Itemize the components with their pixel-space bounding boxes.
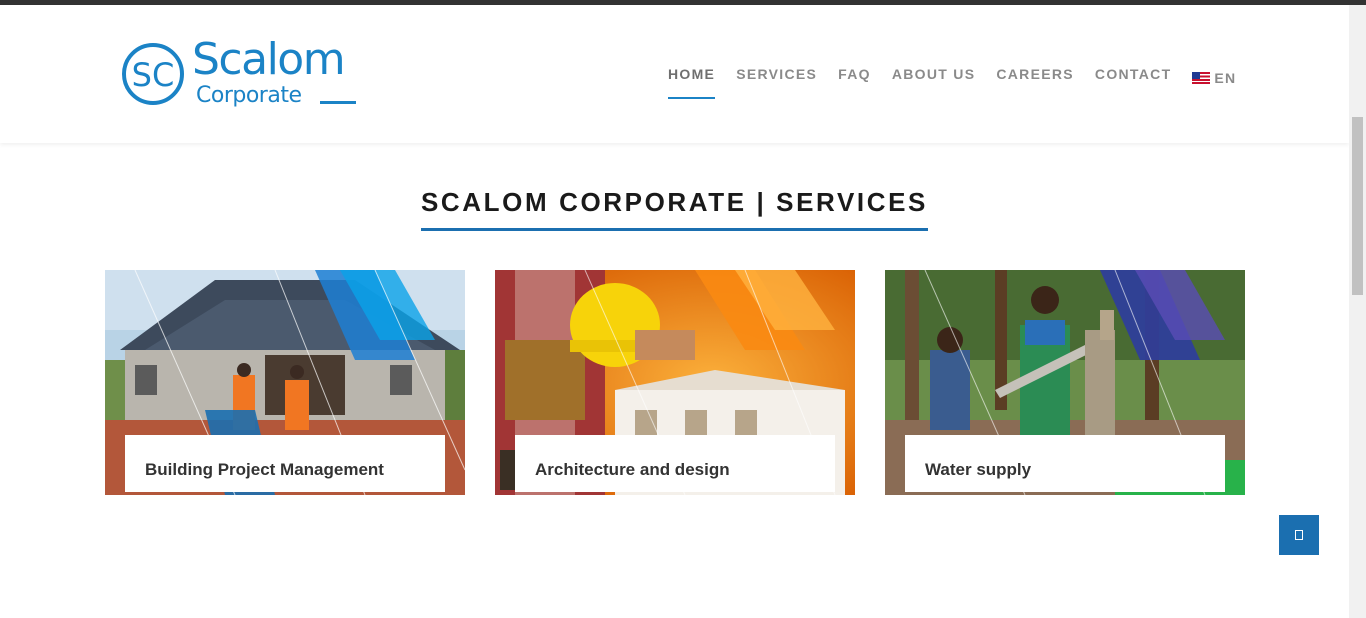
service-card-architecture-and-design[interactable]: Architecture and design	[495, 270, 855, 495]
nav-faq[interactable]: FAQ	[838, 65, 871, 91]
scrollbar[interactable]	[1349, 5, 1366, 618]
section-heading: SCALOM CORPORATE | SERVICES	[0, 186, 1349, 231]
nav-careers[interactable]: CAREERS	[996, 65, 1074, 91]
main-nav: HOME SERVICES FAQ ABOUT US CAREERS CONTA…	[668, 65, 1257, 99]
arrow-up-icon	[1295, 530, 1303, 540]
site-logo[interactable]: SC Scalom Corporate	[120, 35, 365, 115]
service-card-label: Building Project Management	[125, 435, 445, 492]
svg-text:SC: SC	[132, 56, 175, 94]
nav-about-us[interactable]: ABOUT US	[892, 65, 976, 91]
service-card-water-supply[interactable]: Water supply	[885, 270, 1245, 495]
page-title: SCALOM CORPORATE | SERVICES	[420, 186, 928, 231]
logo-name: Scalom	[192, 34, 346, 85]
language-selector[interactable]: EN	[1192, 65, 1236, 91]
site-header: SC Scalom Corporate HOME SERVICES FAQ AB…	[0, 5, 1349, 143]
nav-services[interactable]: SERVICES	[736, 65, 817, 91]
service-card-label: Architecture and design	[515, 435, 835, 492]
nav-contact[interactable]: CONTACT	[1095, 65, 1172, 91]
service-card-building-project-management[interactable]: Building Project Management	[105, 270, 465, 495]
service-card-label: Water supply	[905, 435, 1225, 492]
scrollbar-thumb[interactable]	[1352, 117, 1363, 295]
logo-mark-icon: SC	[122, 43, 184, 105]
us-flag-icon	[1192, 72, 1211, 84]
nav-home[interactable]: HOME	[668, 65, 716, 99]
language-label: EN	[1214, 70, 1237, 86]
back-to-top-button[interactable]	[1279, 515, 1319, 555]
logo-subtitle: Corporate	[196, 83, 302, 108]
logo-underline	[320, 101, 356, 104]
